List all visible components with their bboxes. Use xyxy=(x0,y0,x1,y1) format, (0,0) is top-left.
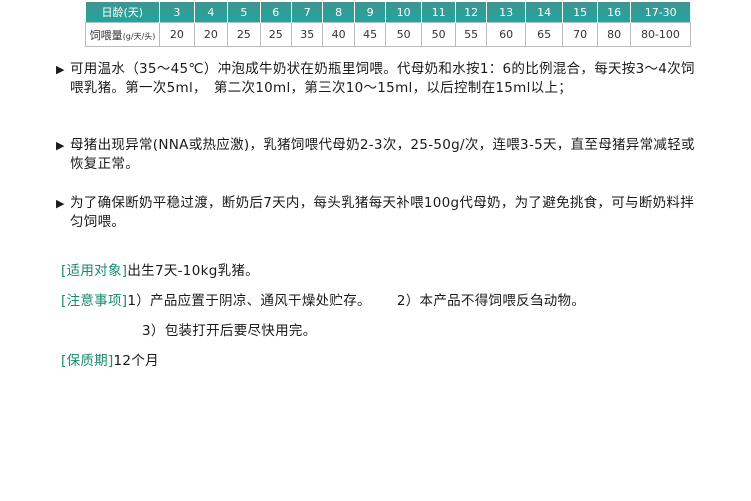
age-cell: 5 xyxy=(227,2,261,23)
instruction-text: 可用温水（35～45℃）冲泡成牛奶状在奶瓶里饲喂。代母奶和水按1：6的比例混合，… xyxy=(70,61,695,96)
instruction-text: 为了确保断奶平稳过渡，断奶后7天内，每头乳猪每天补喂100g代母奶，为了避免挑食… xyxy=(70,195,695,230)
age-cell: 3 xyxy=(159,2,195,23)
age-cell: 8 xyxy=(322,2,355,23)
amount-cell: 45 xyxy=(353,22,387,47)
age-cell: 13 xyxy=(486,2,527,23)
age-cell: 9 xyxy=(354,2,387,23)
age-cell: 10 xyxy=(385,2,422,23)
age-cell: 4 xyxy=(194,2,229,23)
triangle-bullet-icon: ▶ xyxy=(56,197,65,210)
amount-cell: 80 xyxy=(597,22,631,47)
feeding-table: 日龄(天) 3 4 5 6 7 8 9 10 11 12 13 14 15 16 17-30 饲喂量(g/天… xyxy=(84,2,692,47)
amount-cell: 80-100 xyxy=(629,22,692,47)
amount-cell: 55 xyxy=(455,22,487,47)
amount-cell: 65 xyxy=(525,22,563,47)
applicable-tag: [适用对象] xyxy=(61,263,128,279)
applicable-text: 出生7天-10kg乳猪。 xyxy=(127,263,259,279)
amount-row: 饲喂量(g/天/头) 20 20 25 25 35 40 45 50 50 55 60 65 70 80 8… xyxy=(84,22,692,47)
triangle-bullet-icon: ▶ xyxy=(56,139,65,152)
age-cell: 7 xyxy=(291,2,324,23)
age-cell: 14 xyxy=(525,2,563,23)
age-header-label: 日龄(天) xyxy=(85,2,161,23)
amount-row-label: 饲喂量(g/天/头) xyxy=(84,22,161,47)
amount-cell: 50 xyxy=(385,22,422,47)
age-cell: 16 xyxy=(597,2,631,23)
amount-cell: 25 xyxy=(227,22,261,47)
age-cell: 15 xyxy=(562,2,599,23)
age-header-row: 日龄(天) 3 4 5 6 7 8 9 10 11 12 13 14 15 16 17-30 xyxy=(85,2,691,23)
amount-cell: 20 xyxy=(159,22,195,47)
instruction-paragraph-1: ▶ 可用温水（35～45℃）冲泡成牛奶状在奶瓶里饲喂。代母奶和水按1：6的比例混… xyxy=(56,60,706,98)
shelf-life-tag: [保质期] xyxy=(61,353,114,369)
applicable-line: [适用对象]出生7天-10kg乳猪。 xyxy=(61,262,259,281)
instruction-text: 母猪出现异常(NNA或热应激)，乳猪饲喂代母奶2-3次，25-50g/次，连喂3… xyxy=(70,137,695,172)
notes-line: [注意事项]1）产品应置于阴凉、通风干燥处贮存。 2）本产品不得饲喂反刍动物。 xyxy=(61,292,585,311)
notes-line-2: 3）包装打开后要尽快用完。 xyxy=(142,322,317,341)
triangle-bullet-icon: ▶ xyxy=(56,63,65,76)
amount-cell: 20 xyxy=(193,22,229,47)
notes-tag: [注意事项] xyxy=(61,293,128,309)
age-cell: 12 xyxy=(455,2,487,23)
notes-item-1: 1）产品应置于阴凉、通风干燥处贮存。 xyxy=(127,293,371,309)
amount-label-text: 饲喂量 xyxy=(89,28,123,42)
age-cell: 11 xyxy=(421,2,457,23)
amount-unit-text: (g/天/头) xyxy=(122,31,156,41)
shelf-life-line: [保质期]12个月 xyxy=(61,352,159,371)
notes-item-3: 3）包装打开后要尽快用完。 xyxy=(142,323,317,339)
notes-item-2: 2）本产品不得饲喂反刍动物。 xyxy=(396,293,586,309)
instruction-paragraph-2: ▶ 母猪出现异常(NNA或热应激)，乳猪饲喂代母奶2-3次，25-50g/次，连… xyxy=(56,136,706,174)
shelf-life-text: 12个月 xyxy=(113,353,159,369)
age-cell: 6 xyxy=(260,2,293,23)
amount-cell: 25 xyxy=(259,22,293,47)
amount-cell: 40 xyxy=(322,22,355,47)
instruction-paragraph-3: ▶ 为了确保断奶平稳过渡，断奶后7天内，每头乳猪每天补喂100g代母奶，为了避免… xyxy=(56,194,706,232)
amount-cell: 50 xyxy=(420,22,457,47)
amount-cell: 60 xyxy=(485,22,527,47)
age-cell: 17-30 xyxy=(644,5,677,19)
amount-cell: 70 xyxy=(561,22,599,47)
amount-cell: 35 xyxy=(290,22,324,47)
